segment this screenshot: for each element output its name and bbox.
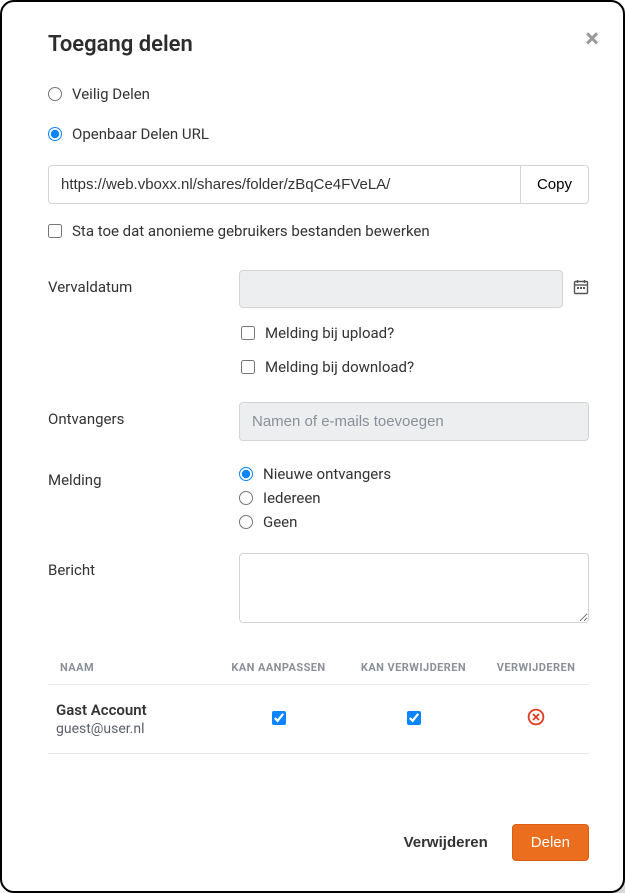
notify-opt-none[interactable]: Geen <box>239 513 589 531</box>
close-icon[interactable]: × <box>585 26 599 52</box>
expiry-input[interactable] <box>239 270 563 308</box>
message-textarea[interactable] <box>239 553 589 623</box>
th-can-delete: KAN VERWIJDEREN <box>346 661 481 674</box>
radio-notify-none[interactable] <box>239 515 253 529</box>
radio-public[interactable] <box>48 127 62 141</box>
message-label: Bericht <box>48 553 233 627</box>
row-can-delete-checkbox[interactable] <box>407 711 421 725</box>
notify-sub-checks: Melding bij upload? Melding bij download… <box>239 314 589 396</box>
table-header: NAAM KAN AANPASSEN KAN VERWIJDEREN VERWI… <box>48 651 589 685</box>
public-url-row: Copy <box>48 165 589 204</box>
anon-edit-label: Sta toe dat anonieme gebruikers bestande… <box>72 222 430 240</box>
share-mode-secure[interactable]: Veilig Delen <box>48 85 589 103</box>
notify-upload-checkbox[interactable] <box>241 326 255 340</box>
public-url-input[interactable] <box>48 165 520 204</box>
recipients-label: Ontvangers <box>48 402 233 441</box>
row-can-edit-checkbox[interactable] <box>272 711 286 725</box>
user-email: guest@user.nl <box>56 721 211 737</box>
copy-button[interactable]: Copy <box>520 165 589 204</box>
notify-download-label: Melding bij download? <box>265 358 414 376</box>
user-name: Gast Account <box>56 701 211 719</box>
table-row: Gast Account guest@user.nl <box>48 685 589 754</box>
notify-opt-all[interactable]: Iedereen <box>239 489 589 507</box>
notify-opt-new[interactable]: Nieuwe ontvangers <box>239 465 589 483</box>
th-remove: VERWIJDEREN <box>481 661 591 674</box>
modal-footer: Verwijderen Delen <box>48 808 589 861</box>
recipients-input[interactable] <box>239 402 589 441</box>
user-cell: Gast Account guest@user.nl <box>56 701 211 737</box>
remove-row-icon[interactable] <box>527 708 545 726</box>
notification-options: Nieuwe ontvangers Iedereen Geen <box>239 463 589 531</box>
notify-download-checkbox[interactable] <box>241 360 255 374</box>
share-mode-public[interactable]: Openbaar Delen URL <box>48 125 589 143</box>
expiry-label: Vervaldatum <box>48 270 233 308</box>
calendar-icon[interactable] <box>573 279 589 300</box>
notify-upload-label: Melding bij upload? <box>265 324 394 342</box>
anon-edit-row[interactable]: Sta toe dat anonieme gebruikers bestande… <box>48 222 589 240</box>
th-can-edit: KAN AANPASSEN <box>211 661 346 674</box>
share-access-modal: × Toegang delen Veilig Delen Openbaar De… <box>0 0 625 893</box>
expiry-row <box>239 270 589 308</box>
delete-button[interactable]: Verwijderen <box>404 834 488 851</box>
th-name: NAAM <box>56 661 211 674</box>
notify-upload-row[interactable]: Melding bij upload? <box>241 324 589 342</box>
radio-notify-new[interactable] <box>239 467 253 481</box>
guests-table: NAAM KAN AANPASSEN KAN VERWIJDEREN VERWI… <box>48 651 589 754</box>
anon-edit-checkbox[interactable] <box>48 224 62 238</box>
form-grid: Vervaldatum Melding bij upload? <box>48 270 589 627</box>
radio-secure[interactable] <box>48 87 62 101</box>
notify-download-row[interactable]: Melding bij download? <box>241 358 589 376</box>
modal-title: Toegang delen <box>48 32 589 57</box>
radio-notify-all[interactable] <box>239 491 253 505</box>
share-mode-secure-label: Veilig Delen <box>72 85 150 103</box>
share-mode-public-label: Openbaar Delen URL <box>72 125 209 143</box>
share-button[interactable]: Delen <box>512 824 589 861</box>
notification-label: Melding <box>48 463 233 531</box>
